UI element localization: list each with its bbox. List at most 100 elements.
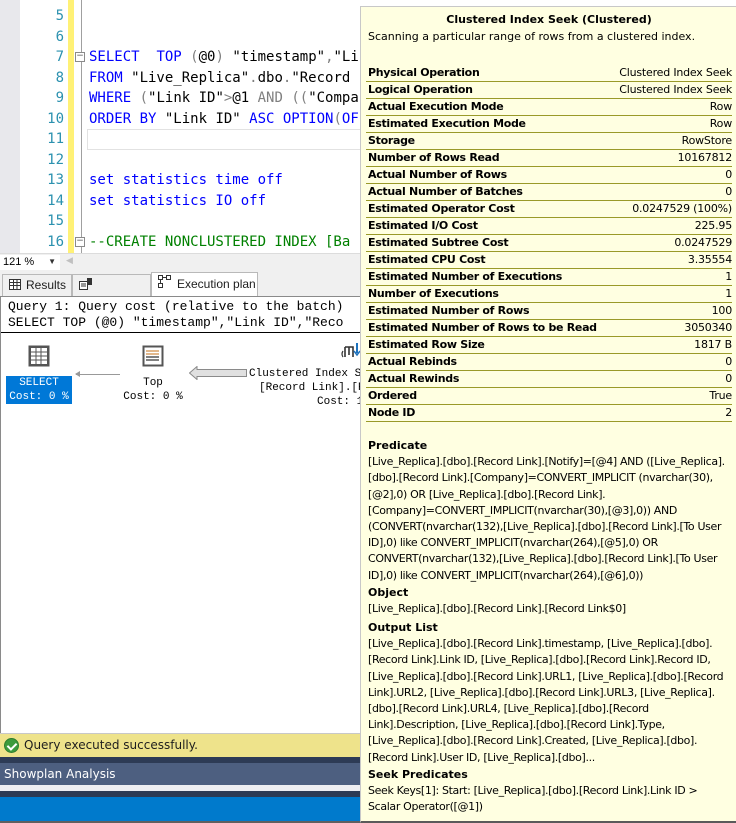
property-row: Actual Rewinds 0	[366, 371, 732, 388]
property-value: 2	[725, 406, 732, 419]
property-name: Estimated Execution Mode	[368, 117, 526, 130]
property-row: Logical Operation Clustered Index Seek	[366, 82, 732, 99]
property-value: 1817 B	[694, 338, 732, 351]
status-message: Query executed successfully.	[24, 738, 198, 752]
property-name: Estimated CPU Cost	[368, 253, 486, 266]
code-token: (	[333, 110, 342, 127]
plan-node-top[interactable]: Top Cost: 0 %	[121, 345, 185, 404]
property-row: Node ID 2	[366, 405, 732, 422]
property-row: Estimated Number of Rows 100	[366, 303, 732, 320]
property-row: Estimated Number of Rows to be Read 30503…	[366, 320, 732, 337]
property-row: Actual Rebinds 0	[366, 354, 732, 371]
property-name: Estimated Number of Rows	[368, 304, 530, 317]
object-body: [Live_Replica].[dbo].[Record Link].[Reco…	[368, 602, 626, 616]
property-row: Estimated Row Size 1817 B	[366, 337, 732, 354]
scroll-left-icon[interactable]: ◀	[66, 256, 73, 266]
plan-node-select[interactable]: SELECT Cost: 0 %	[6, 345, 72, 404]
plan-node-clustered-index-seek[interactable]: Clustered Index S [Record Link].[R Cost:…	[247, 341, 365, 409]
code-token: --CREATE NONCLUSTERED INDEX [Ba	[89, 233, 351, 250]
property-row: Estimated Execution Mode Row	[366, 116, 732, 133]
property-name: Logical Operation	[368, 83, 473, 96]
line-number: 6	[55, 28, 64, 45]
execution-plan-icon	[158, 274, 172, 296]
tab-messages[interactable]: Messages	[72, 274, 151, 313]
property-value: True	[709, 389, 732, 402]
line-number: 5	[55, 8, 64, 24]
property-value: RowStore	[681, 134, 733, 147]
property-value: 10167812	[677, 151, 733, 164]
code-token: FROM	[89, 69, 123, 86]
property-name: Node ID	[368, 406, 416, 419]
success-check-icon	[4, 738, 19, 753]
property-row: Actual Execution Mode Row	[366, 99, 732, 116]
tooltip-description: Scanning a particular range of rows from…	[368, 30, 696, 43]
plan-node-seek-name: Clustered Index S	[249, 368, 362, 380]
query-text-line: SELECT TOP (@0) "timestamp","Link ID","R…	[8, 315, 344, 330]
property-value: Clustered Index Seek	[619, 66, 732, 79]
code-text: ORDER BY "Link ID" ASC OPTION(OF	[89, 109, 359, 130]
property-row: Estimated Operator Cost 0.0247529 (100%)	[366, 201, 732, 218]
line-number: 10	[47, 110, 64, 127]
predicate-heading: Predicate	[368, 439, 428, 452]
collapse-region-icon[interactable]: −	[75, 52, 85, 62]
property-name: Actual Rewinds	[368, 372, 460, 385]
code-token: @0	[198, 49, 216, 65]
top-operator-icon	[121, 345, 185, 372]
code-token: )	[215, 49, 224, 65]
code-token: "Li	[333, 49, 359, 65]
tooltip-properties-table: Physical Operation Clustered Index Seek Lo…	[366, 65, 732, 422]
line-number: 9	[55, 90, 64, 106]
operator-properties-tooltip: Clustered Index Seek (Clustered) Scannin…	[360, 6, 736, 823]
property-value: 1	[725, 270, 732, 283]
code-token: @1	[232, 90, 258, 106]
collapse-region-icon[interactable]: −	[75, 236, 85, 247]
showplan-analysis-title: Showplan Analysis	[4, 767, 116, 781]
property-name: Number of Executions	[368, 287, 499, 300]
plan-node-select-cost: Cost: 0 %	[6, 390, 72, 404]
property-value: 3050340	[684, 321, 732, 334]
property-row: Actual Number of Batches 0	[366, 184, 732, 201]
property-value: Row	[709, 100, 732, 113]
tooltip-object-section: Object [Live_Replica].[dbo].[Record Link…	[368, 585, 730, 617]
zoom-level-value: 121 %	[3, 256, 35, 268]
code-token: "Link ID"	[156, 110, 250, 127]
code-text: --CREATE NONCLUSTERED INDEX [Ba	[89, 232, 350, 253]
seek-predicates-body: Seek Keys[1]: Start: [Live_Replica].[dbo…	[368, 784, 698, 814]
code-text: set statistics time off	[89, 170, 283, 191]
property-value: Row	[709, 117, 732, 130]
property-row: Actual Number of Rows 0	[366, 167, 732, 184]
code-token: dbo	[257, 69, 283, 86]
property-name: Estimated Operator Cost	[368, 202, 515, 215]
predicate-body: [Live_Replica].[dbo].[Record Link].[Noti…	[368, 455, 725, 582]
property-value: 0	[725, 355, 732, 368]
property-row: Physical Operation Clustered Index Seek	[366, 65, 732, 82]
zoom-level-select[interactable]: 121 % ▼	[0, 255, 60, 270]
code-token: WHERE	[89, 90, 132, 106]
property-name: Physical Operation	[368, 66, 480, 79]
property-name: Number of Rows Read	[368, 151, 500, 164]
tab-results[interactable]: Results	[2, 274, 72, 296]
output-list-body: [Live_Replica].[dbo].[Record Link].times…	[368, 637, 724, 764]
plan-node-seek-cost: Cost: 1	[317, 396, 364, 408]
property-row: Storage RowStore	[366, 133, 732, 150]
chevron-down-icon: ▼	[48, 257, 56, 266]
output-list-heading: Output List	[368, 621, 438, 634]
line-number: 13	[47, 172, 64, 188]
plan-node-select-name: SELECT	[6, 376, 72, 390]
plan-arrow-top-to-select	[75, 371, 120, 377]
property-name: Estimated I/O Cost	[368, 219, 478, 232]
code-token: .	[249, 69, 258, 86]
property-row: Estimated CPU Cost 3.35554	[366, 252, 732, 269]
property-value: 0	[725, 372, 732, 385]
property-row: Estimated Subtree Cost 0.0247529	[366, 235, 732, 252]
tab-execution-plan[interactable]: Execution plan	[151, 272, 258, 296]
code-text: WHERE ("Link ID">@1 AND (("Compa	[89, 88, 359, 109]
property-row: Estimated I/O Cost 225.95	[366, 218, 732, 235]
code-token: SELECT	[89, 49, 140, 65]
property-value: 225.95	[694, 219, 732, 232]
property-row: Number of Rows Read 10167812	[366, 150, 732, 167]
code-text: FROM "Live_Replica".dbo."Record	[89, 68, 359, 89]
line-number: 15	[47, 213, 64, 229]
